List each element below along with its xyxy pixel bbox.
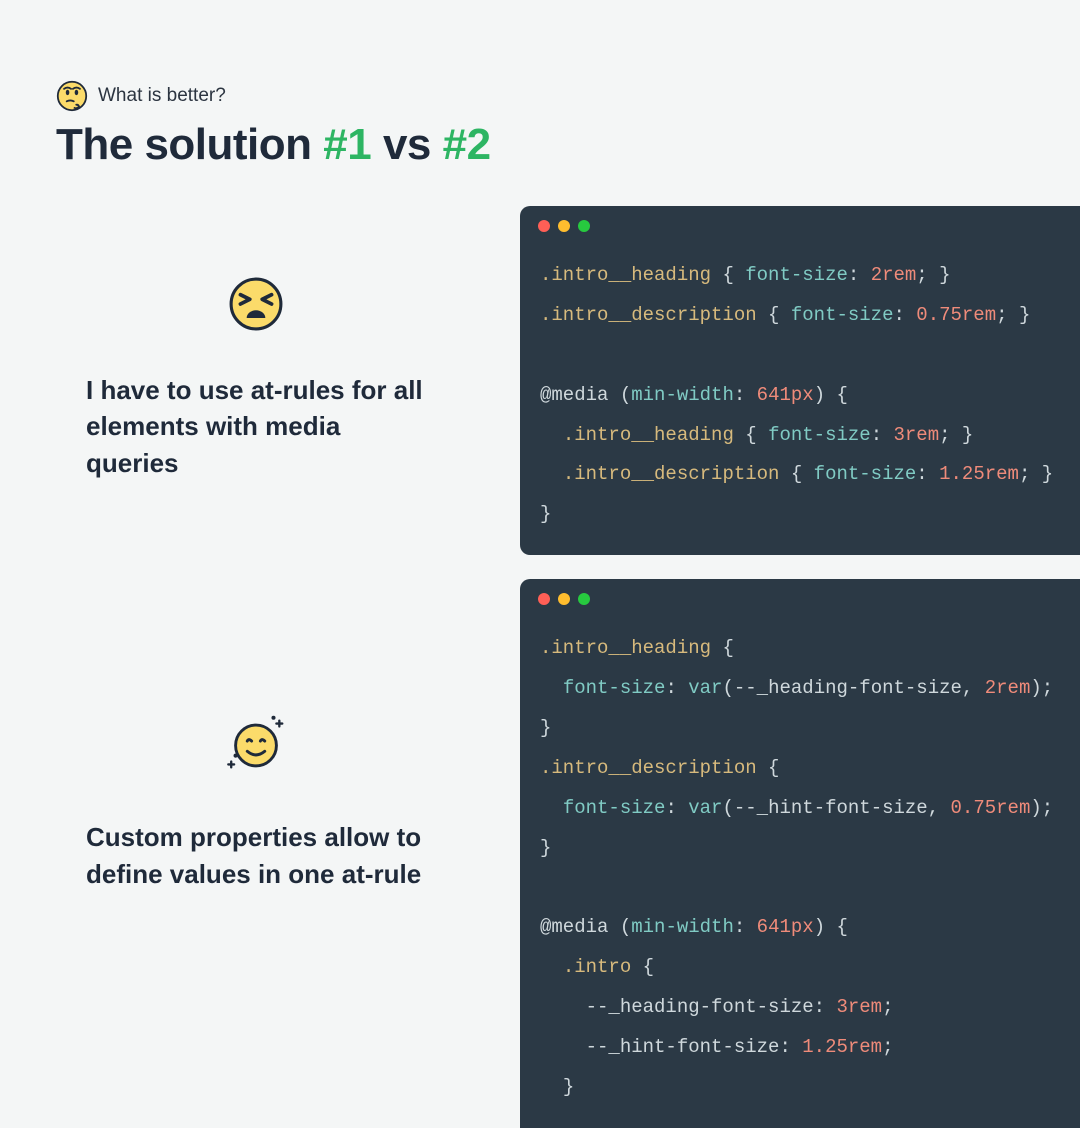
solution-2-caption: Custom properties allow to define values… — [86, 819, 426, 892]
happy-emoji-icon — [86, 709, 426, 779]
title-accent-1: #1 — [323, 120, 371, 169]
title-accent-2: #2 — [443, 120, 491, 169]
minimize-dot-icon — [558, 220, 570, 232]
code-window-1: .intro__heading { font-size: 2rem; } .in… — [520, 206, 1080, 555]
code-window-2: .intro__heading { font-size: var(--_head… — [520, 579, 1080, 1128]
solution-1-row: I have to use at-rules for all elements … — [56, 206, 1080, 555]
close-dot-icon — [538, 220, 550, 232]
minimize-dot-icon — [558, 593, 570, 605]
code-block-1: .intro__heading { font-size: 2rem; } .in… — [520, 240, 1080, 535]
thinking-emoji-icon — [56, 80, 88, 112]
title-part-c: vs — [371, 120, 442, 169]
page-title: The solution #1 vs #2 — [56, 120, 1080, 170]
zoom-dot-icon — [578, 593, 590, 605]
window-controls — [520, 206, 1080, 240]
solution-1-caption: I have to use at-rules for all elements … — [86, 372, 426, 481]
title-part-a: The solution — [56, 120, 323, 169]
solution-1-left: I have to use at-rules for all elements … — [56, 206, 496, 481]
solution-2-row: Custom properties allow to define values… — [56, 579, 1080, 1128]
solution-2-left: Custom properties allow to define values… — [56, 579, 496, 892]
close-dot-icon — [538, 593, 550, 605]
window-controls — [520, 579, 1080, 613]
kicker: What is better? — [56, 80, 1080, 112]
zoom-dot-icon — [578, 220, 590, 232]
code-block-2: .intro__heading { font-size: var(--_head… — [520, 613, 1080, 1108]
kicker-text: What is better? — [98, 85, 226, 107]
tired-emoji-icon — [86, 276, 426, 332]
